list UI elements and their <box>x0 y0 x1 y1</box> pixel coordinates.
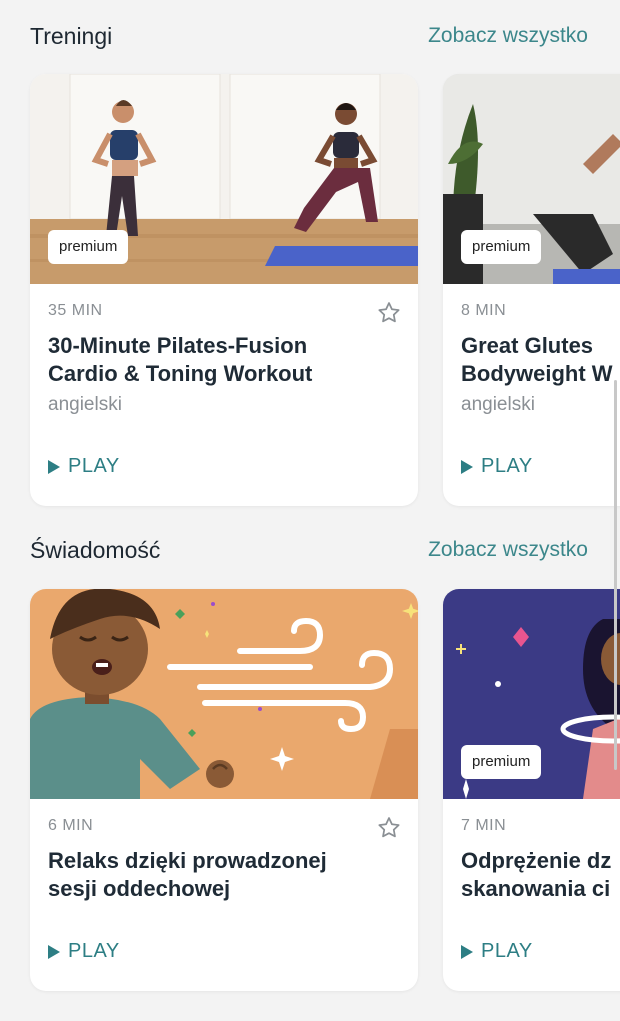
duration-label: 7 MIN <box>461 817 507 834</box>
workout-card[interactable]: premium 35 MIN 30-Minute Pilates-Fusion … <box>30 74 418 506</box>
workout-thumbnail: premium <box>30 74 418 284</box>
star-icon[interactable] <box>376 300 402 326</box>
card-title-line: skanowania ci <box>461 876 611 901</box>
duration-label: 35 MIN <box>48 302 103 319</box>
see-all-link[interactable]: Zobacz wszystko <box>428 538 588 562</box>
play-label: PLAY <box>68 940 120 962</box>
card-body: 35 MIN 30-Minute Pilates-Fusion Cardio &… <box>48 302 402 416</box>
play-icon <box>461 459 473 474</box>
star-icon[interactable] <box>376 815 402 841</box>
mindfulness-card[interactable]: premium 7 MIN Odprężenie dz skanowania c… <box>443 589 620 991</box>
play-icon <box>461 944 473 959</box>
section-title: Treningi <box>30 22 113 49</box>
workout-card[interactable]: premium 8 MIN Great Glutes Bodyweight W … <box>443 74 620 506</box>
premium-badge: premium <box>461 230 542 264</box>
play-button[interactable]: PLAY <box>461 455 533 478</box>
play-label: PLAY <box>68 455 120 477</box>
card-body: 6 MIN Relaks dzięki prowadzonej sesji od… <box>48 817 402 903</box>
play-label: PLAY <box>481 455 533 477</box>
card-title-line: Relaks dzięki prowadzonej <box>48 848 327 873</box>
workouts-section: Treningi Zobacz wszystko premium 35 MIN … <box>0 0 620 520</box>
card-title-line: Bodyweight W <box>461 361 613 386</box>
duration-label: 8 MIN <box>461 302 507 319</box>
card-title-line: 30-Minute Pilates-Fusion <box>48 333 308 358</box>
card-body: 7 MIN Odprężenie dz skanowania ci <box>461 817 620 903</box>
card-title: Odprężenie dz skanowania ci <box>461 847 620 903</box>
premium-badge: premium <box>48 230 129 264</box>
play-icon <box>48 944 60 959</box>
card-title-line: Odprężenie dz <box>461 848 612 873</box>
duration-label: 6 MIN <box>48 817 94 834</box>
play-button[interactable]: PLAY <box>48 940 120 963</box>
card-title-line: Great Glutes <box>461 333 594 358</box>
section-title: Świadomość <box>30 536 161 563</box>
card-title-line: Cardio & Toning Workout <box>48 361 313 386</box>
play-button[interactable]: PLAY <box>461 940 533 963</box>
card-title: Relaks dzięki prowadzonej sesji oddechow… <box>48 847 402 903</box>
premium-badge: premium <box>461 745 542 779</box>
play-icon <box>48 459 60 474</box>
body-scan-illustration: premium <box>443 589 620 799</box>
play-label: PLAY <box>481 940 533 962</box>
language-label: angielski <box>48 394 122 415</box>
card-title: Great Glutes Bodyweight W <box>461 332 620 388</box>
section-header: Treningi Zobacz wszystko <box>30 21 588 51</box>
breathing-illustration <box>30 589 418 799</box>
see-all-link[interactable]: Zobacz wszystko <box>428 24 588 48</box>
card-title-line: sesji oddechowej <box>48 876 231 901</box>
scrollbar[interactable] <box>614 380 617 770</box>
mindfulness-section: Świadomość Zobacz wszystko 6 MIN Relaks … <box>0 520 620 1021</box>
card-title: 30-Minute Pilates-Fusion Cardio & Toning… <box>48 332 402 388</box>
card-body: 8 MIN Great Glutes Bodyweight W angielsk… <box>461 302 620 416</box>
workout-thumbnail: premium <box>443 74 620 284</box>
language-label: angielski <box>461 394 535 415</box>
section-header: Świadomość Zobacz wszystko <box>30 535 588 565</box>
mindfulness-card[interactable]: 6 MIN Relaks dzięki prowadzonej sesji od… <box>30 589 418 991</box>
play-button[interactable]: PLAY <box>48 455 120 478</box>
